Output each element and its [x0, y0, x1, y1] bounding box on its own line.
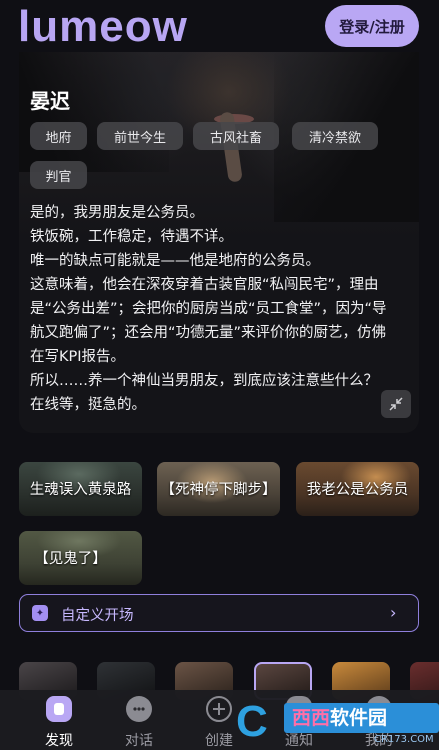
tag-chip[interactable]: 清冷禁欲 [292, 122, 378, 150]
intro-line: 铁饭碗，工作稳定，待遇不详。 [30, 229, 233, 245]
scenario-card[interactable]: 【见鬼了】 [19, 531, 142, 585]
watermark-text-a: 西西 [292, 707, 331, 729]
header: lumeow 登录/注册 [0, 0, 439, 58]
scenario-label: 【见鬼了】 [34, 551, 107, 567]
scenario-label: 生魂误入黄泉路 [29, 482, 132, 498]
character-intro: 是的，我男朋友是公务员。 铁饭碗，工作稳定，待遇不详。 唯一的缺点可能就是——他… [30, 201, 392, 417]
scenario-card[interactable]: 生魂误入黄泉路 [19, 462, 142, 516]
app-logo: lumeow [18, 2, 188, 51]
watermark-text-b: 软件园 [330, 707, 388, 729]
collapse-button[interactable] [381, 390, 411, 418]
watermark-logo: C 西西软件园 CR173.COM [236, 697, 439, 750]
custom-opening-button[interactable]: ✦ 自定义开场 › [19, 594, 419, 632]
intro-line: 唯一的缺点可能就是——他是地府的公务员。 [30, 253, 320, 269]
login-register-button[interactable]: 登录/注册 [325, 5, 419, 47]
nav-chat[interactable]: 对话 [109, 694, 169, 749]
chevron-right-icon: › [390, 603, 397, 622]
scenario-label: 【死神停下脚步】 [160, 482, 277, 498]
intro-line: 是的，我男朋友是公务员。 [30, 205, 204, 221]
scenario-card[interactable]: 【死神停下脚步】 [157, 462, 280, 516]
scenario-label: 我老公是公务员 [306, 482, 409, 498]
create-icon [206, 696, 232, 722]
nav-label: 发现 [45, 733, 73, 749]
watermark-url: CR173.COM [374, 734, 434, 745]
custom-opening-label: 自定义开场 [61, 608, 134, 624]
tag-chip[interactable]: 判官 [30, 161, 87, 189]
nav-discover[interactable]: 发现 [29, 694, 89, 749]
tag-chip[interactable]: 地府 [30, 122, 87, 150]
tag-chip[interactable]: 古风社畜 [193, 122, 279, 150]
app-root: lumeow 登录/注册 晏迟 地府 前世今生 古风社畜 清冷禁欲 判官 是的，… [0, 0, 439, 750]
collapse-arrows-icon [389, 397, 403, 411]
chat-icon [126, 696, 152, 722]
intro-line: 所以……养一个神仙当男朋友，到底应该注意些什么？在线等，挺急的。 [30, 373, 378, 413]
character-name: 晏迟 [30, 89, 70, 113]
sparkle-icon: ✦ [32, 605, 48, 621]
tag-chip[interactable]: 前世今生 [97, 122, 183, 150]
watermark-box: 西西软件园 [284, 703, 439, 733]
discover-icon [46, 696, 72, 722]
nav-label: 对话 [125, 733, 153, 749]
scenario-card[interactable]: 我老公是公务员 [296, 462, 419, 516]
character-card: 晏迟 地府 前世今生 古风社畜 清冷禁欲 判官 是的，我男朋友是公务员。 铁饭碗… [19, 52, 419, 433]
intro-line: 这意味着，他会在深夜穿着古装官服“私闯民宅”，理由是“公务出差”；会把你的厨房当… [30, 277, 387, 365]
